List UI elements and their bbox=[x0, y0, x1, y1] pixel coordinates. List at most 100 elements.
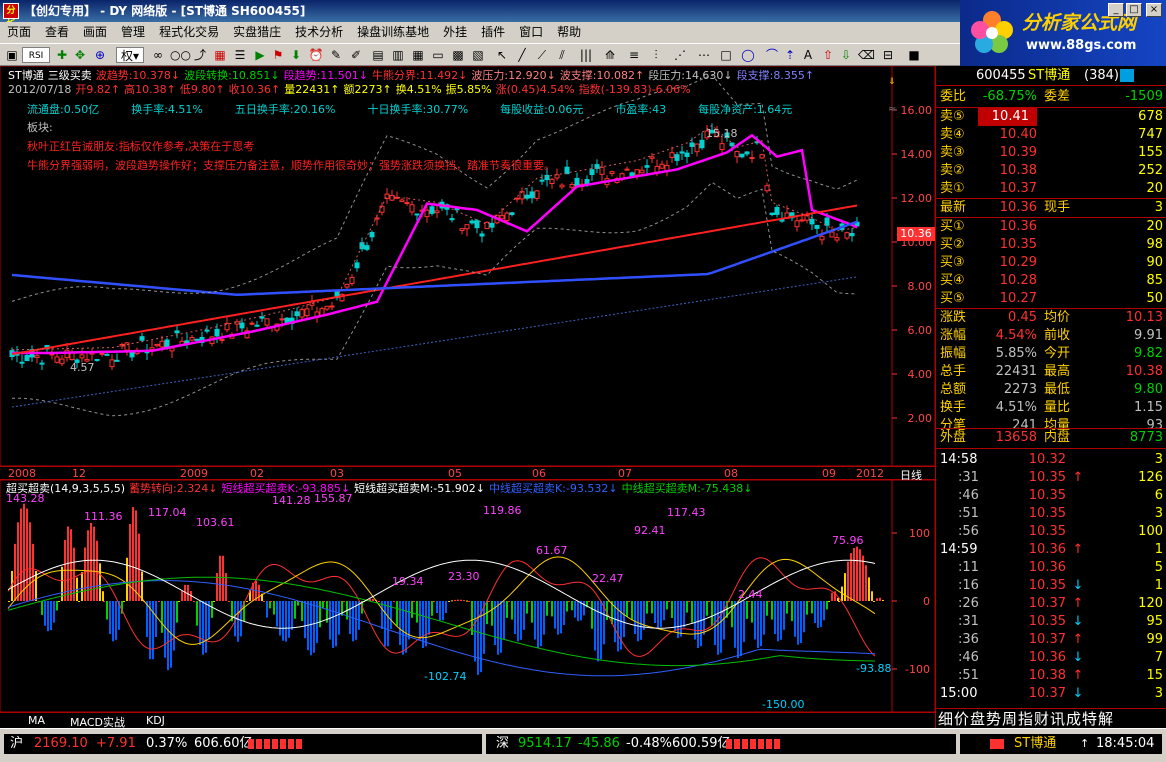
histogram-bar bbox=[106, 601, 108, 620]
gann-icon[interactable]: ⋰ bbox=[672, 47, 688, 63]
sz-index-box[interactable]: 深 9514.17 -45.86 -0.48% 600.59亿 bbox=[486, 734, 956, 754]
menu-item-8[interactable]: 外挂 bbox=[436, 22, 474, 43]
status-stock[interactable]: ST博通 bbox=[1014, 734, 1056, 754]
maximize-button[interactable]: □ bbox=[1126, 3, 1142, 17]
menu-item-11[interactable]: 帮助 bbox=[550, 22, 588, 43]
pencil-icon[interactable]: ✐ bbox=[348, 47, 364, 63]
line3-item: 换手率:4.51% bbox=[131, 103, 203, 116]
image-icon[interactable]: ▧ bbox=[470, 47, 486, 63]
menu-item-7[interactable]: 操盘训练基地 bbox=[350, 22, 436, 43]
histogram-bar bbox=[777, 601, 779, 642]
histogram-bar bbox=[58, 601, 60, 602]
tick-price: 10.35 bbox=[1028, 614, 1066, 629]
histogram-bar bbox=[503, 601, 505, 640]
histogram-bar bbox=[454, 599, 456, 601]
indicator-canvas[interactable]: 1000-100143.28111.36 117.04103.61141.28 15… bbox=[0, 480, 935, 712]
alarm-icon[interactable]: ⏰ bbox=[308, 47, 324, 63]
delete-icon[interactable]: ⊟ bbox=[880, 47, 896, 63]
vlines-icon[interactable]: ||| bbox=[578, 47, 594, 63]
tile-icon[interactable]: ▩ bbox=[450, 47, 466, 63]
grid-icon[interactable]: ▤ bbox=[370, 47, 386, 63]
menu-item-6[interactable]: 技术分析 bbox=[288, 22, 350, 43]
pin-icon[interactable]: ⇓ bbox=[888, 77, 896, 87]
indicator-chart[interactable]: 100 0 -100 143.28 111.36 117.04 103.61 141.28 15… bbox=[0, 480, 935, 712]
pen-icon[interactable]: ✎ bbox=[328, 47, 344, 63]
close-button[interactable]: × bbox=[1146, 3, 1162, 17]
histogram-bar bbox=[146, 601, 148, 637]
histogram-bar bbox=[788, 601, 790, 602]
menu-item-4[interactable]: 程式化交易 bbox=[152, 22, 226, 43]
x-tick-label: 06 bbox=[532, 467, 546, 480]
cycle-icon[interactable]: ⋯ bbox=[696, 47, 712, 63]
link-icon[interactable]: ∞ bbox=[150, 47, 166, 63]
cursor-icon[interactable]: ↖ bbox=[494, 47, 510, 63]
add-icon[interactable]: ✚ bbox=[54, 47, 70, 63]
histogram-bar bbox=[413, 601, 415, 602]
price-chart[interactable]: 16.00 14.00 12.00 10.00 8.00 6.00 4.00 2.00 ST博… bbox=[0, 66, 935, 466]
stat-value: 0.45 bbox=[1008, 310, 1037, 325]
histogram-bar bbox=[178, 601, 180, 602]
quote-tabs[interactable]: 细价盘势周指财讯成特解 bbox=[936, 708, 1166, 728]
down-arrow-icon[interactable]: ⇩ bbox=[838, 47, 854, 63]
quan-select[interactable]: 权▾ bbox=[116, 47, 144, 63]
alert-icon[interactable] bbox=[990, 739, 1004, 749]
menu-item-2[interactable]: 画面 bbox=[76, 22, 114, 43]
menu-item-3[interactable]: 管理 bbox=[114, 22, 152, 43]
rsi-button[interactable]: RSI bbox=[22, 47, 50, 63]
tick-row: :31 10.35 ↑ 126 bbox=[936, 469, 1166, 487]
fib-icon[interactable]: ⫶ bbox=[648, 47, 664, 63]
flag-icon[interactable]: ⚑ bbox=[270, 47, 286, 63]
down-icon[interactable]: ⬇ bbox=[288, 47, 304, 63]
rect-icon[interactable]: □ bbox=[718, 47, 734, 63]
buy-volume: 98 bbox=[1146, 237, 1163, 252]
ray-icon[interactable]: ⟋ bbox=[534, 47, 550, 63]
histogram-bar bbox=[628, 601, 630, 602]
line-icon[interactable]: ╱ bbox=[514, 47, 530, 63]
text-icon[interactable]: A bbox=[800, 47, 816, 63]
list-icon[interactable]: ☰ bbox=[232, 47, 248, 63]
fan-icon[interactable]: ⟰ bbox=[602, 47, 618, 63]
histogram-bar bbox=[53, 601, 55, 623]
menu-item-9[interactable]: 插件 bbox=[474, 22, 512, 43]
chart-icon[interactable]: ▦ bbox=[212, 47, 228, 63]
glasses-icon[interactable]: ○○ bbox=[170, 47, 191, 63]
histogram-bar bbox=[520, 601, 522, 640]
sell-label: 卖② bbox=[940, 163, 965, 178]
list-icon[interactable] bbox=[1120, 69, 1134, 82]
hlines-icon[interactable]: ≡ bbox=[626, 47, 642, 63]
candle bbox=[689, 142, 695, 147]
play-icon[interactable]: ▶ bbox=[252, 47, 268, 63]
layout-icon[interactable]: ▥ bbox=[390, 47, 406, 63]
price-chart-canvas[interactable]: 16.0014.0012.0010.008.006.004.002.00 bbox=[0, 66, 935, 466]
up-arrow-icon[interactable]: ⇧ bbox=[820, 47, 836, 63]
minimize-button[interactable]: _ bbox=[1108, 3, 1124, 17]
menu-item-0[interactable]: 页面 bbox=[0, 22, 38, 43]
arc-icon[interactable]: ⌒ bbox=[764, 47, 780, 63]
menu-item-1[interactable]: 查看 bbox=[38, 22, 76, 43]
zoom-icon[interactable]: ⊕ bbox=[92, 47, 108, 63]
table-icon[interactable]: ▦ bbox=[410, 47, 426, 63]
sh-index-box[interactable]: 沪 2169.10 +7.91 0.37% 606.60亿 bbox=[4, 734, 482, 754]
histogram-bar bbox=[355, 601, 357, 640]
trend-icon[interactable]: ⤴ bbox=[192, 47, 208, 63]
move-icon[interactable]: ✥ bbox=[72, 47, 88, 63]
line2-item: 低9.80↑ bbox=[179, 83, 225, 96]
latest-label: 最新 bbox=[940, 200, 967, 215]
save-icon[interactable]: ▣ bbox=[4, 47, 20, 63]
disk-icon[interactable]: ■ bbox=[906, 47, 922, 63]
histogram-bar bbox=[508, 601, 510, 602]
menu-item-10[interactable]: 窗口 bbox=[512, 22, 550, 43]
line2-item: 量22431↑ bbox=[284, 83, 340, 96]
candle bbox=[509, 212, 515, 215]
histogram-bar bbox=[84, 547, 86, 601]
tab-kdj[interactable]: KDJ bbox=[140, 714, 171, 727]
ellipse-icon[interactable]: ◯ bbox=[740, 47, 756, 63]
menu-item-5[interactable]: 实盘猎庄 bbox=[226, 22, 288, 43]
tab-ma[interactable]: MA bbox=[22, 714, 51, 727]
parallel-icon[interactable]: ⫽ bbox=[554, 47, 570, 63]
tick-time: :36 bbox=[958, 632, 979, 647]
arrow-icon[interactable]: ⇡ bbox=[782, 47, 798, 63]
histogram-bar bbox=[313, 601, 315, 653]
window-icon[interactable]: ▭ bbox=[430, 47, 446, 63]
brush-icon[interactable]: ⌫ bbox=[858, 47, 875, 63]
